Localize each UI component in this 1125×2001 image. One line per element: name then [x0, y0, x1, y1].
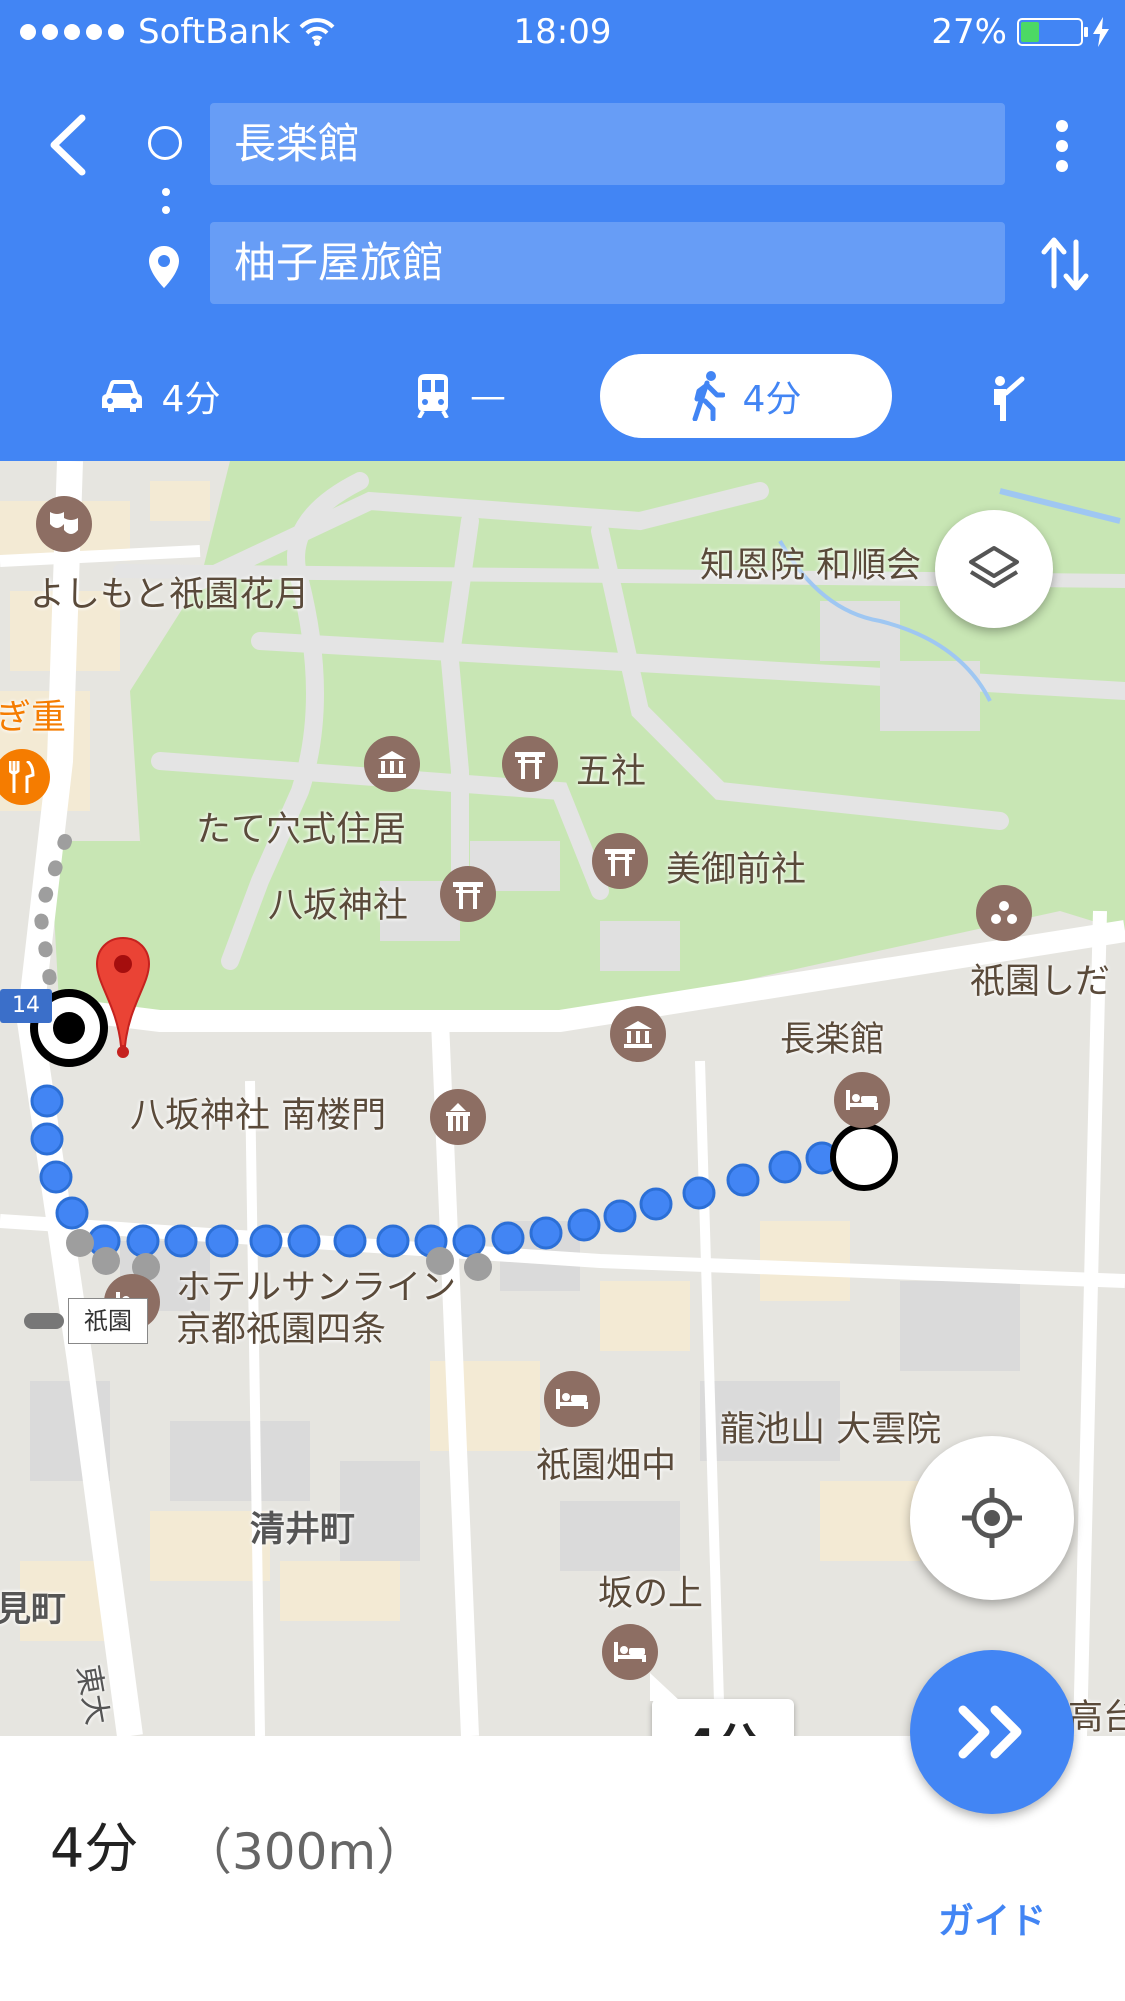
double-chevron-icon: [958, 1705, 1022, 1759]
area-label: 清井町: [250, 1510, 356, 1550]
train-icon: [417, 374, 449, 418]
attraction-icon[interactable]: [976, 885, 1032, 941]
destination-pin-icon: [149, 246, 179, 288]
place-label[interactable]: 知恩院 和順会: [700, 537, 921, 588]
destination-input[interactable]: 柚子屋旅館: [210, 222, 1005, 304]
mode-transit-tab[interactable]: —: [390, 354, 530, 438]
museum-icon[interactable]: [610, 1006, 666, 1062]
place-label[interactable]: 龍池山 大雲院: [720, 1401, 941, 1452]
hotel-icon[interactable]: [602, 1624, 658, 1680]
back-arrow-icon[interactable]: [40, 110, 100, 180]
mode-transit-time: —: [470, 375, 506, 417]
more-options-icon[interactable]: [1054, 118, 1070, 174]
origin-input[interactable]: 長楽館: [210, 103, 1005, 185]
mode-walking-time: 4分: [742, 379, 802, 420]
place-label[interactable]: 長楽館: [780, 1011, 885, 1062]
charging-icon: [1093, 17, 1109, 47]
mode-walking-tab[interactable]: 4分: [600, 354, 892, 438]
place-label[interactable]: たて穴式住居: [196, 801, 406, 852]
hotel-icon[interactable]: [834, 1072, 890, 1128]
route-distance: （300m）: [182, 1823, 427, 1881]
my-location-icon: [962, 1488, 1022, 1548]
museum-icon[interactable]: [364, 736, 420, 792]
directions-header: SoftBank 18:09 27% 長楽館 柚子屋旅館 4分 — 4分: [0, 0, 1125, 461]
place-label[interactable]: 五社: [576, 743, 646, 794]
place-label[interactable]: よしもと祇園花月: [30, 566, 309, 617]
traffic-signal-icon: [24, 1313, 64, 1329]
place-label[interactable]: 美御前社: [666, 841, 806, 892]
origin-circle-icon: [148, 126, 182, 160]
route-time-badge: 4分: [650, 1673, 794, 1736]
mode-ride-tab[interactable]: [985, 354, 1045, 438]
shrine-icon[interactable]: [502, 736, 558, 792]
place-label[interactable]: 京都祇園四条: [176, 1301, 386, 1352]
my-location-button[interactable]: [910, 1436, 1074, 1600]
car-icon: [101, 380, 142, 412]
guide-link[interactable]: ガイド: [938, 1892, 1046, 1944]
place-label[interactable]: 坂の上: [598, 1565, 703, 1616]
walking-icon: [692, 371, 725, 421]
status-bar: SoftBank 18:09 27%: [0, 0, 1125, 62]
temple-gate-icon[interactable]: [430, 1089, 486, 1145]
swap-icon[interactable]: [1040, 234, 1090, 294]
place-label[interactable]: 祇園畑中: [536, 1437, 676, 1488]
area-label: 見町: [0, 1590, 67, 1630]
route-connector-dot: [162, 188, 170, 196]
shrine-icon[interactable]: [440, 866, 496, 922]
shrine-icon[interactable]: [592, 833, 648, 889]
place-label[interactable]: 祇園しだ: [970, 953, 1110, 1004]
theater-icon[interactable]: [36, 496, 92, 552]
layers-button[interactable]: [935, 510, 1053, 628]
hotel-icon[interactable]: [544, 1371, 600, 1427]
route-connector-dot: [162, 206, 170, 214]
battery-icon: [1017, 18, 1088, 46]
route-shield: 14: [0, 989, 52, 1023]
destination-marker-icon[interactable]: [95, 936, 151, 1060]
hail-ride-icon: [994, 376, 1025, 421]
mode-driving-time: 4分: [161, 379, 221, 420]
start-navigation-button[interactable]: [910, 1650, 1074, 1814]
place-label[interactable]: 高台: [1068, 1689, 1125, 1736]
station-sign[interactable]: 祇園: [68, 1298, 148, 1344]
place-label[interactable]: 八坂神社 南楼門: [130, 1087, 386, 1138]
battery-percent: 27%: [931, 12, 1007, 52]
place-label[interactable]: 八坂神社: [268, 877, 408, 928]
route-eta: 4分: [50, 1817, 139, 1880]
place-label[interactable]: ぎ重: [0, 689, 66, 740]
layers-icon: [969, 546, 1019, 588]
mode-driving-tab[interactable]: 4分: [80, 354, 240, 438]
